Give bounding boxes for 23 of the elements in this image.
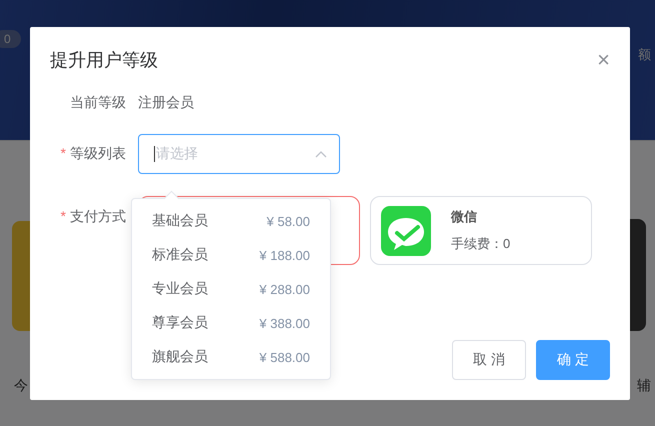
dialog-title: 提升用户等级 [50, 49, 158, 72]
count-badge: 0 [0, 30, 21, 48]
dropdown-option[interactable]: 尊享会员 ¥ 388.00 [132, 306, 330, 340]
required-mark: * [60, 208, 66, 226]
field-value: 注册会员 [138, 94, 194, 112]
required-mark: * [60, 145, 66, 163]
dropdown-option[interactable]: 旗舰会员 ¥ 588.00 [132, 340, 330, 374]
cancel-button[interactable]: 取 消 [452, 340, 526, 380]
payment-option[interactable]: 微信 手续费：0 [370, 196, 592, 265]
dropdown-option[interactable]: 专业会员 ¥ 288.00 [132, 272, 330, 306]
close-button[interactable]: × [597, 49, 610, 71]
field-label: 支付方式 [70, 208, 126, 226]
payment-name: 微信 [451, 208, 478, 226]
header-text: 额 [638, 46, 651, 64]
field-label: 当前等级 [69, 94, 127, 112]
dropdown-option[interactable]: 标准会员 ¥ 188.00 [132, 238, 330, 272]
fee-text: 手续费：0 [451, 235, 510, 253]
dropdown-option[interactable]: 基础会员 ¥ 58.00 [132, 204, 330, 238]
chat-bubble-icon [381, 206, 431, 256]
page-text: 今 [14, 377, 28, 395]
chevron-icon [315, 150, 327, 158]
field-label: 等级列表 [70, 145, 126, 163]
page-text: 辅 [637, 377, 651, 395]
